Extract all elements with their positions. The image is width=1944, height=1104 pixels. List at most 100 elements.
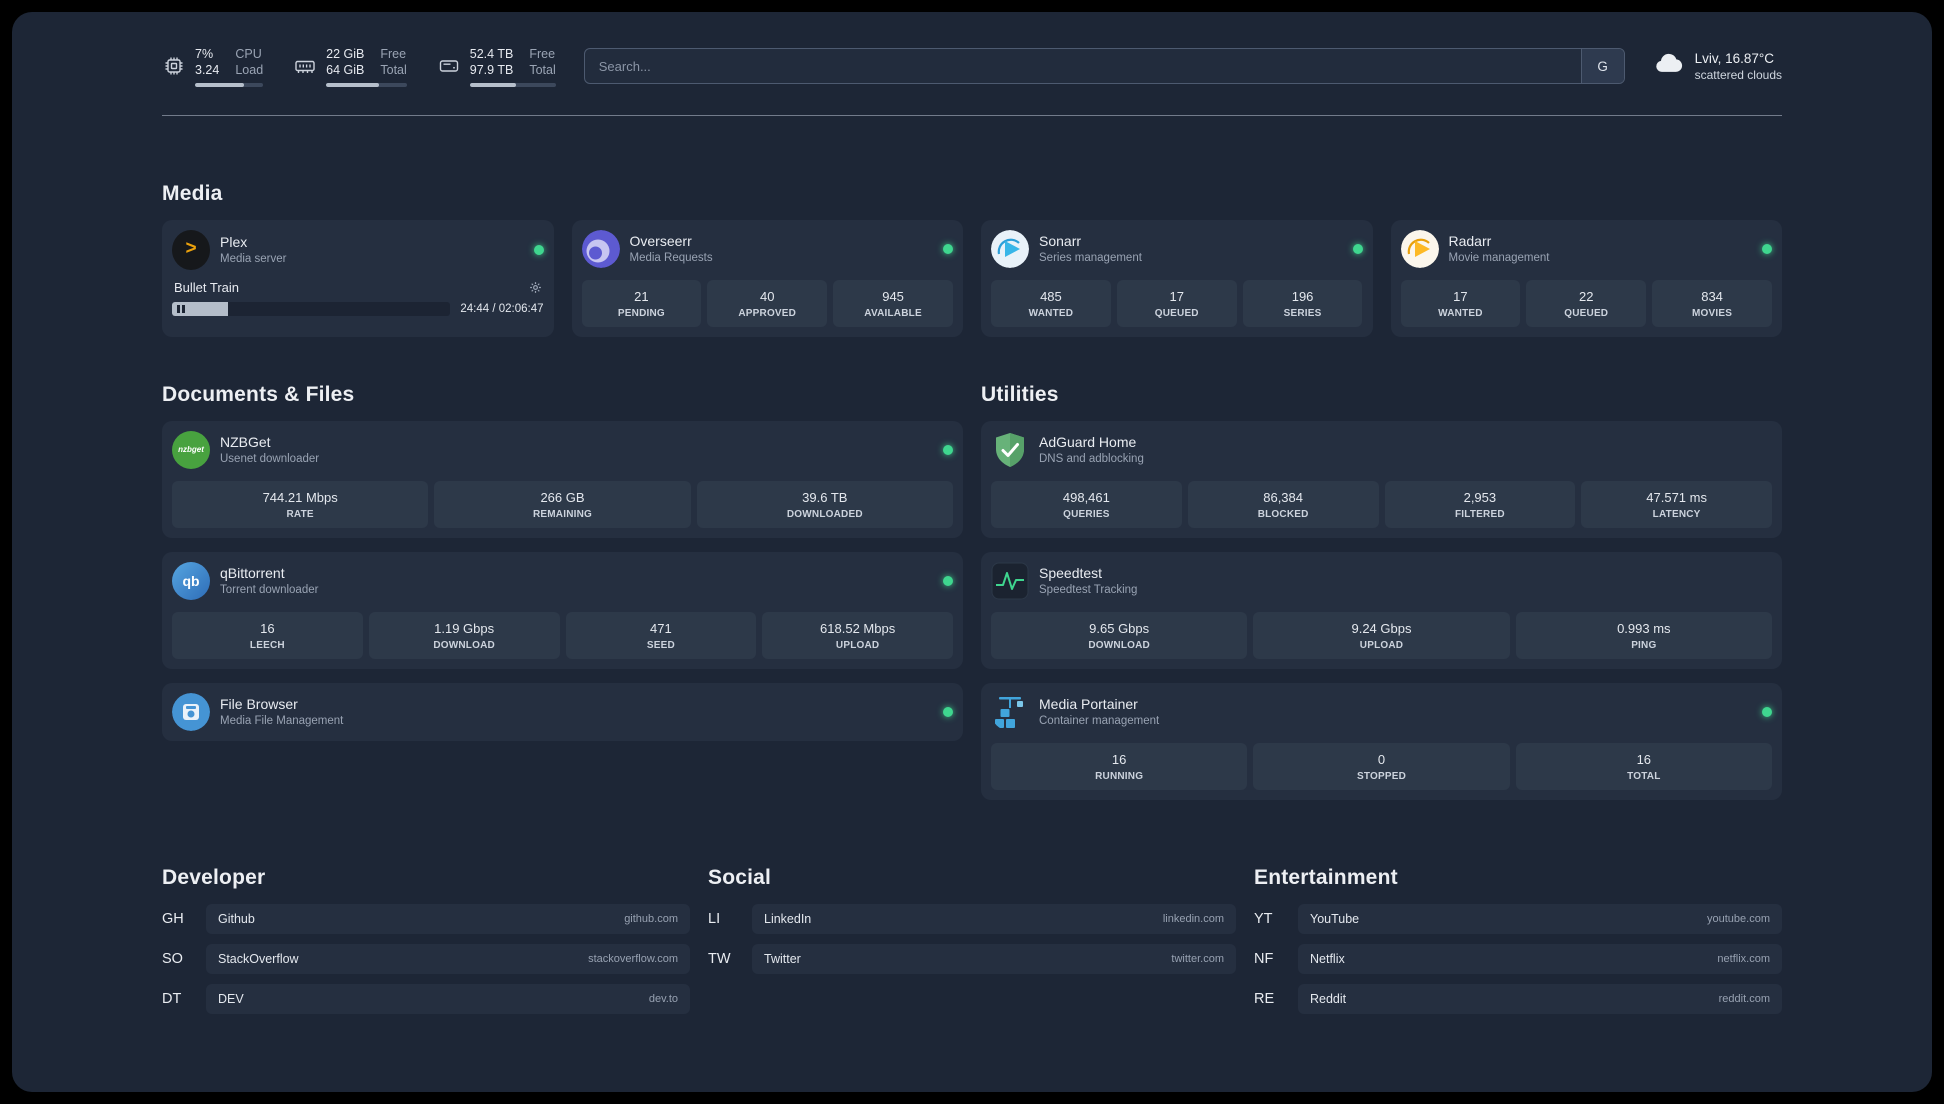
service-desc: Media Requests [629,252,713,264]
service-card-portainer[interactable]: Media Portainer Container management 16 … [981,682,1782,800]
service-card-overseerr[interactable]: Overseerr Media Requests 21 PENDING 40 A… [571,219,963,337]
ram-total-label: Total [380,63,407,78]
service-card-radarr[interactable]: Radarr Movie management 17 WANTED 22 QUE… [1390,219,1782,337]
status-badge [943,444,953,455]
stat-value: 196 [1291,288,1314,304]
stat-label: BLOCKED [1257,508,1309,520]
cpu-label: CPU [235,47,262,61]
bookmark-group-developer: Developer GH Github github.com SO StackO… [162,866,690,1014]
stat-value: 0 [1377,751,1386,767]
stat-tile: 39.6 TB DOWNLOADED [696,480,953,528]
service-desc: Media File Management [220,715,344,727]
bookmark-name: StackOverflow [218,951,299,966]
stat-value: 744.21 Mbps [262,489,338,505]
disk-icon [437,54,461,78]
service-card-sonarr[interactable]: Sonarr Series management 485 WANTED 17 Q… [981,219,1373,337]
stat-value: 17 [1169,288,1184,304]
ram-widget: 22 GiB 64 GiB Free Total [293,46,407,87]
service-card-filebrowser[interactable]: File Browser Media File Management [162,682,963,741]
disk-widget: 52.4 TB 97.9 TB Free Total [437,46,556,87]
stat-label: QUEUED [1564,307,1609,319]
weather-location: Lviv, 16.87°C [1694,50,1775,66]
bookmark-link-github[interactable]: Github github.com [206,903,690,934]
stat-value: 86,384 [1263,489,1303,505]
stat-value: 0.993 ms [1617,620,1671,636]
media-section-title: Media [162,181,223,205]
stat-label: SEED [646,639,675,651]
bookmark-domain: linkedin.com [1162,912,1224,925]
filebrowser-icon [172,692,210,731]
stat-label: DOWNLOAD [433,639,495,651]
bookmark-link-stackoverflow[interactable]: StackOverflow stackoverflow.com [206,943,690,974]
stat-label: RUNNING [1095,770,1144,782]
bookmark-row: RE Reddit reddit.com [1254,983,1782,1014]
bookmark-group-entertainment: Entertainment YT YouTube youtube.com NF … [1254,866,1782,1014]
stat-value: 1.19 Gbps [434,620,495,636]
bookmark-link-reddit[interactable]: Reddit reddit.com [1298,983,1782,1014]
stat-value: 17 [1453,288,1468,304]
bookmark-domain: dev.to [648,992,678,1005]
status-badge [1762,243,1772,254]
now-playing-title: Bullet Train [174,279,240,295]
ram-icon [293,54,317,78]
pause-button[interactable] [177,304,185,313]
bookmark-link-netflix[interactable]: Netflix netflix.com [1298,943,1782,974]
sonarr-icon [991,229,1029,268]
stat-tile: 17 QUEUED [1116,279,1237,327]
stat-tile: 0.993 ms PING [1515,611,1772,659]
stat-label: UPLOAD [1359,639,1404,651]
resource-widgets: 7% 3.24 CPU Load 22 GiB 64 GiB Free Tota… [162,46,556,87]
stat-label: LATENCY [1652,508,1701,520]
stat-tile: 16 RUNNING [991,742,1248,790]
bookmark-link-youtube[interactable]: YouTube youtube.com [1298,903,1782,934]
stat-value: 9.65 Gbps [1089,620,1150,636]
service-card-adguard[interactable]: AdGuard Home DNS and adblocking 498,461 … [981,420,1782,538]
bookmark-link-twitter[interactable]: Twitter twitter.com [752,943,1236,974]
service-name: Plex [220,234,248,250]
bookmark-name: LinkedIn [764,911,812,926]
bookmark-domain: youtube.com [1707,912,1770,925]
bookmark-name: YouTube [1310,911,1360,926]
service-card-speedtest[interactable]: Speedtest Speedtest Tracking 9.65 Gbps D… [981,551,1782,669]
stat-tile: 21 PENDING [581,279,702,327]
nzbget-icon: nzbget [172,430,210,469]
service-desc: Movie management [1448,252,1550,264]
playback-progress-bar [172,301,451,316]
service-name: Overseerr [629,233,692,249]
service-desc: Torrent downloader [220,584,319,596]
search-input[interactable] [584,49,1581,84]
service-name: Radarr [1448,233,1492,249]
weather-condition: scattered clouds [1694,67,1782,82]
stat-value: 498,461 [1062,489,1110,505]
service-name: AdGuard Home [1039,434,1137,450]
stat-label: QUEUED [1154,307,1199,319]
search-provider-button[interactable]: G [1580,49,1624,84]
cpu-icon [162,54,186,78]
stat-tile: 618.52 Mbps UPLOAD [762,611,953,659]
section-documents: Documents & Files nzbget NZBGet Usenet d… [162,383,963,741]
bookmark-abbr: GH [162,910,184,927]
bookmark-name: Github [218,911,255,926]
playback-time: 24:44 / 02:06:47 [460,302,544,315]
stat-value: 22 [1579,288,1594,304]
disk-total-label: Total [529,63,556,78]
cpu-load-label: Load [235,63,264,78]
bookmark-link-dev[interactable]: DEV dev.to [206,983,690,1014]
stat-tile: 17 WANTED [1400,279,1521,327]
service-card-plex[interactable]: > Plex Media server Bullet Train 24:44 /… [162,219,554,337]
gear-icon[interactable] [529,281,542,294]
stat-tile: 86,384 BLOCKED [1187,480,1379,528]
bookmark-link-linkedin[interactable]: LinkedIn linkedin.com [752,903,1236,934]
stat-label: WANTED [1438,307,1483,319]
stat-value: 16 [260,620,275,636]
stat-tile: 945 AVAILABLE [833,279,953,327]
service-card-qbittorrent[interactable]: qb qBittorrent Torrent downloader 16 LEE… [162,551,963,669]
stat-tile: 744.21 Mbps RATE [172,480,429,528]
dashboard-panel: 7% 3.24 CPU Load 22 GiB 64 GiB Free Tota… [12,12,1932,1092]
status-badge [943,243,953,254]
service-card-nzbget[interactable]: nzbget NZBGet Usenet downloader 744.21 M… [162,420,963,538]
stat-label: TOTAL [1627,770,1661,782]
ram-free-label: Free [380,47,407,61]
overseerr-icon [581,229,620,268]
stat-value: 16 [1111,751,1127,767]
